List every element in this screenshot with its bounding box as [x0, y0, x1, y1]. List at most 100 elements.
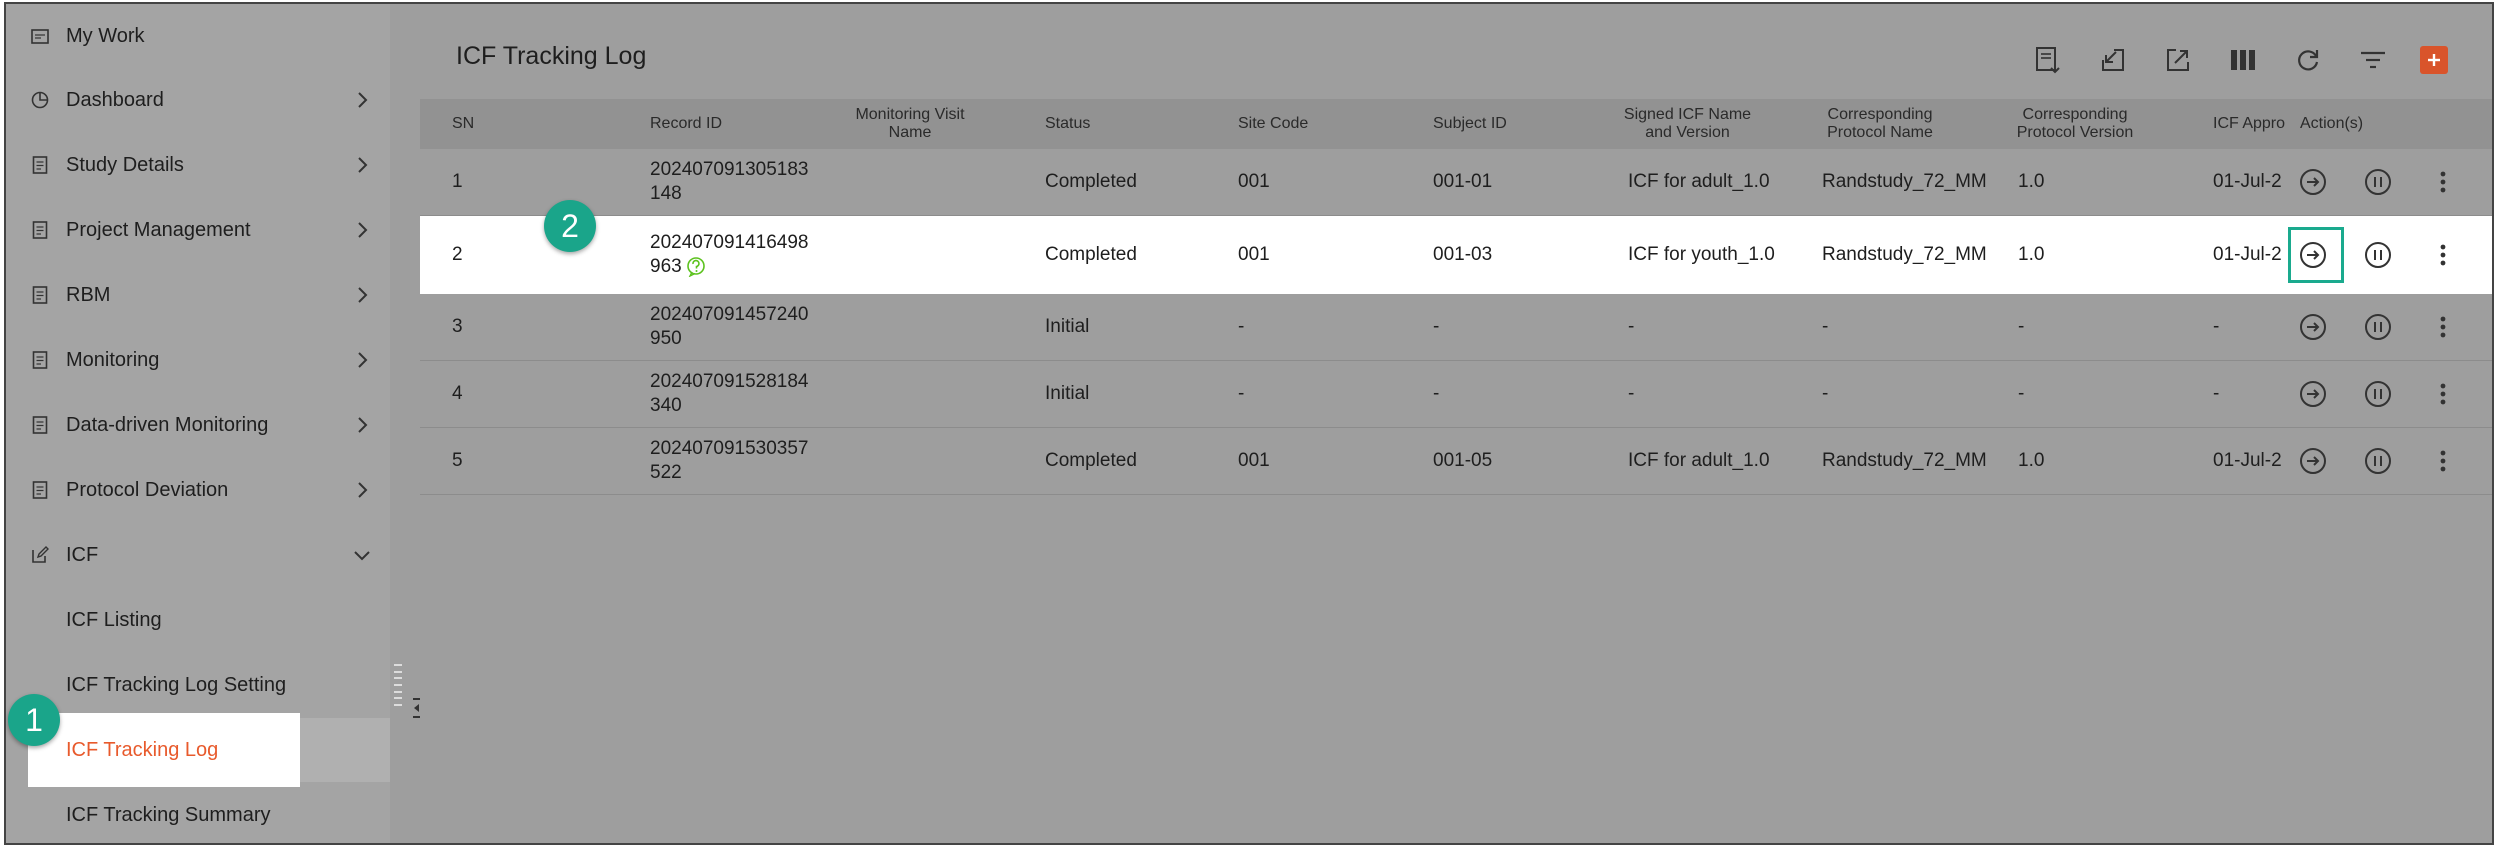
- record-id-line-2: 950: [650, 328, 682, 349]
- sidebar-item-label: ICF Listing: [66, 608, 162, 631]
- more-vertical-icon[interactable]: [2428, 240, 2458, 270]
- pause-circle-icon[interactable]: [2363, 379, 2393, 409]
- active-item-shade: [300, 718, 390, 782]
- record-id-line-2: 522: [650, 462, 682, 483]
- document-icon: [30, 350, 50, 370]
- pause-circle-icon[interactable]: [2363, 312, 2393, 342]
- document-icon: [30, 155, 50, 175]
- table-row[interactable]: 3 202407091457240 950 Initial - - - - - -: [420, 294, 2492, 361]
- columns-icon[interactable]: [2225, 42, 2260, 77]
- chevron-right-icon: [352, 350, 372, 370]
- sidebar-subitem-icf-tracking-log-setting[interactable]: ICF Tracking Log Setting: [6, 653, 390, 717]
- export-list-icon[interactable]: [2030, 42, 2065, 77]
- record-id-line-1: 202407091530357: [650, 438, 809, 459]
- arrow-right-circle-icon[interactable]: [2298, 446, 2328, 476]
- import-icon[interactable]: [2095, 42, 2130, 77]
- document-icon: [30, 480, 50, 500]
- cell-protocol-name: Randstudy_72_MM: [1822, 244, 1987, 265]
- record-id-line-2: 148: [650, 183, 682, 204]
- record-id-line-1: 202407091305183: [650, 159, 809, 180]
- cell-site-code: -: [1238, 383, 1245, 404]
- cell-protocol-version: 1.0: [2018, 244, 2045, 265]
- sidebar-resize-handle[interactable]: [394, 664, 402, 706]
- sidebar-item-data-driven-monitoring[interactable]: Data-driven Monitoring: [6, 393, 390, 457]
- callout-badge-1: 1: [8, 694, 60, 746]
- column-header-subject-id[interactable]: Subject ID: [1433, 99, 1507, 149]
- sidebar-item-my-work[interactable]: My Work: [6, 4, 390, 68]
- cell-protocol-version: 1.0: [2018, 171, 2045, 192]
- sidebar-item-label: Protocol Deviation: [66, 478, 229, 501]
- cell-status: Completed: [1045, 171, 1137, 192]
- cell-icf-approval: 01-Jul-2: [2213, 171, 2282, 192]
- sidebar-item-rbm[interactable]: RBM: [6, 263, 390, 327]
- more-vertical-icon[interactable]: [2428, 379, 2458, 409]
- column-header-monitoring-visit-name[interactable]: Monitoring Visit Name: [850, 99, 970, 149]
- external-link-icon[interactable]: [2160, 42, 2195, 77]
- sidebar-subitem-icf-tracking-log[interactable]: ICF Tracking Log: [28, 713, 300, 787]
- column-header-record-id[interactable]: Record ID: [650, 99, 722, 149]
- column-header-signed-icf[interactable]: Signed ICF Name and Version: [1620, 99, 1755, 149]
- chevron-down-icon: [352, 545, 372, 565]
- sidebar-item-project-management[interactable]: Project Management: [6, 198, 390, 262]
- arrow-right-circle-icon[interactable]: [2298, 167, 2328, 197]
- pause-circle-icon[interactable]: [2363, 446, 2393, 476]
- more-vertical-icon[interactable]: [2428, 312, 2458, 342]
- arrow-right-circle-icon[interactable]: [2298, 379, 2328, 409]
- filter-icon[interactable]: [2355, 42, 2390, 77]
- cell-subject-id: -: [1433, 383, 1440, 404]
- column-header-sn[interactable]: SN: [452, 99, 474, 149]
- question-circle-icon[interactable]: [686, 257, 706, 277]
- sidebar-subitem-icf-listing[interactable]: ICF Listing: [6, 588, 390, 652]
- chevron-right-icon: [352, 480, 372, 500]
- cell-icf-approval: 01-Jul-2: [2213, 244, 2282, 265]
- cell-record-id[interactable]: 202407091528184 340: [650, 361, 820, 427]
- table-row[interactable]: 4 202407091528184 340 Initial - - - - - -: [420, 361, 2492, 428]
- sidebar-item-monitoring[interactable]: Monitoring: [6, 328, 390, 392]
- add-icon[interactable]: [2420, 45, 2448, 74]
- chevron-right-icon: [352, 220, 372, 240]
- arrow-right-circle-icon[interactable]: [2298, 240, 2328, 270]
- sidebar-item-label: Monitoring: [66, 348, 160, 371]
- column-header-protocol-name[interactable]: Corresponding Protocol Name: [1810, 99, 1950, 149]
- sidebar-item-label: ICF Tracking Summary: [66, 803, 271, 826]
- sidebar-item-study-details[interactable]: Study Details: [6, 133, 390, 197]
- column-header-icf-approval[interactable]: ICF Appro: [2213, 99, 2285, 149]
- cell-site-code: 001: [1238, 450, 1270, 471]
- table-row[interactable]: 2 202407091416498 963 Completed 001 001-0…: [420, 216, 2492, 294]
- pause-circle-icon[interactable]: [2363, 240, 2393, 270]
- cell-subject-id: 001-03: [1433, 244, 1493, 265]
- page-title: ICF Tracking Log: [456, 42, 647, 70]
- cell-record-id[interactable]: 202407091457240 950: [650, 294, 820, 360]
- cell-subject-id: -: [1433, 316, 1440, 337]
- sidebar-item-icf[interactable]: ICF: [6, 523, 390, 587]
- pause-circle-icon[interactable]: [2363, 167, 2393, 197]
- app-window: My Work Dashboard Study Details Project …: [4, 2, 2494, 845]
- cell-site-code: 001: [1238, 244, 1270, 265]
- refresh-icon[interactable]: [2290, 42, 2325, 77]
- document-icon: [30, 220, 50, 240]
- cell-signed-icf: ICF for adult_1.0: [1628, 171, 1770, 192]
- more-vertical-icon[interactable]: [2428, 446, 2458, 476]
- sidebar-item-label: RBM: [66, 283, 111, 306]
- cell-record-id[interactable]: 202407091305183 148: [650, 149, 820, 215]
- cell-protocol-name: -: [1822, 383, 1829, 404]
- sidebar-subitem-icf-tracking-summary[interactable]: ICF Tracking Summary: [6, 783, 390, 843]
- column-header-protocol-version[interactable]: Corresponding Protocol Version: [2005, 99, 2145, 149]
- cell-protocol-version: 1.0: [2018, 450, 2045, 471]
- record-id-line-1: 202407091416498: [650, 232, 809, 253]
- cell-record-id[interactable]: 202407091530357 522: [650, 428, 820, 494]
- cell-status: Completed: [1045, 244, 1137, 265]
- more-vertical-icon[interactable]: [2428, 167, 2458, 197]
- cell-sn: 2: [452, 244, 463, 265]
- chevron-right-icon: [352, 415, 372, 435]
- column-header-status[interactable]: Status: [1045, 99, 1090, 149]
- column-header-site-code[interactable]: Site Code: [1238, 99, 1308, 149]
- cell-subject-id: 001-01: [1433, 171, 1493, 192]
- cell-record-id[interactable]: 202407091416498 963: [650, 216, 820, 294]
- table-row[interactable]: 1 202407091305183 148 Completed 001 001-0…: [420, 149, 2492, 216]
- sidebar-item-label: ICF Tracking Log: [66, 738, 219, 761]
- arrow-right-circle-icon[interactable]: [2298, 312, 2328, 342]
- sidebar-item-dashboard[interactable]: Dashboard: [6, 68, 390, 132]
- sidebar-item-protocol-deviation[interactable]: Protocol Deviation: [6, 458, 390, 522]
- table-row[interactable]: 5 202407091530357 522 Completed 001 001-0…: [420, 428, 2492, 495]
